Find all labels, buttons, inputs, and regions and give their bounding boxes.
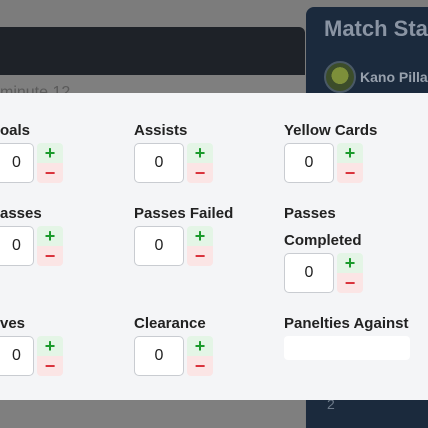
assists-label: Assists xyxy=(134,122,188,139)
yellow-cards-input[interactable]: 0 xyxy=(284,143,334,183)
saves-label: ves xyxy=(0,315,26,332)
page-header-bar xyxy=(0,27,305,75)
clearance-input[interactable]: 0 xyxy=(134,336,184,376)
passes-increment-button[interactable]: + xyxy=(37,226,63,246)
assists-increment-button[interactable]: + xyxy=(187,143,213,163)
clearance-label: Clearance xyxy=(134,315,206,332)
clearance-increment-button[interactable]: + xyxy=(187,336,213,356)
goals-input[interactable]: 0 xyxy=(0,143,34,183)
clearance-decrement-button[interactable]: − xyxy=(187,356,213,376)
passes-completed-label-line1: Passes xyxy=(284,205,336,222)
team-name: Kano Pilla xyxy=(360,69,428,85)
yellow-cards-label: Yellow Cards xyxy=(284,122,378,139)
passes-completed-label-line2: Completed xyxy=(284,232,362,249)
saves-increment-button[interactable]: + xyxy=(37,336,63,356)
match-stats-title: Match Sta xyxy=(324,16,428,41)
team-row: Kano Pilla xyxy=(324,61,428,93)
goals-decrement-button[interactable]: − xyxy=(37,163,63,183)
yellow-cards-decrement-button[interactable]: − xyxy=(337,163,363,183)
penalties-against-input[interactable] xyxy=(284,336,410,360)
assists-input[interactable]: 0 xyxy=(134,143,184,183)
passes-completed-decrement-button[interactable]: − xyxy=(337,273,363,293)
saves-decrement-button[interactable]: − xyxy=(37,356,63,376)
passes-failed-decrement-button[interactable]: − xyxy=(187,246,213,266)
goals-label: oals xyxy=(0,122,31,139)
goals-increment-button[interactable]: + xyxy=(37,143,63,163)
passes-decrement-button[interactable]: − xyxy=(37,246,63,266)
passes-failed-label: Passes Failed xyxy=(134,205,234,222)
passes-failed-input[interactable]: 0 xyxy=(134,226,184,266)
assists-decrement-button[interactable]: − xyxy=(187,163,213,183)
yellow-cards-increment-button[interactable]: + xyxy=(337,143,363,163)
team-logo xyxy=(324,61,356,93)
penalties-against-label: Panelties Against xyxy=(284,315,409,332)
passes-failed-increment-button[interactable]: + xyxy=(187,226,213,246)
saves-input[interactable]: 0 xyxy=(0,336,34,376)
passes-completed-increment-button[interactable]: + xyxy=(337,253,363,273)
passes-completed-input[interactable]: 0 xyxy=(284,253,334,293)
passes-label: asses xyxy=(0,205,42,222)
passes-input[interactable]: 0 xyxy=(0,226,34,266)
